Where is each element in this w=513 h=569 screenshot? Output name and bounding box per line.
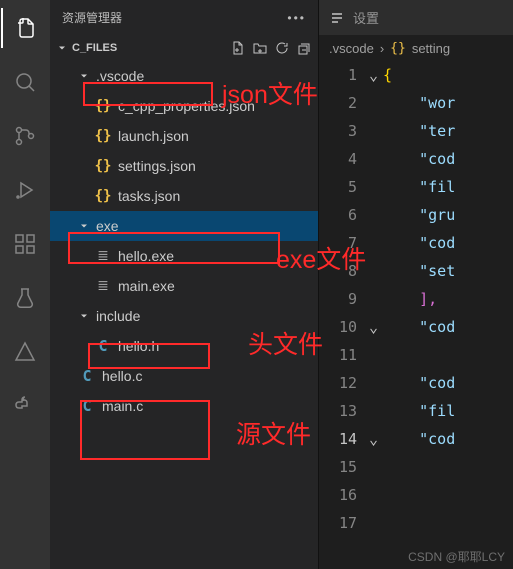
chevron-down-icon xyxy=(78,220,90,232)
collapse-all-icon[interactable] xyxy=(296,40,312,56)
folder-row[interactable]: exe xyxy=(50,211,318,241)
chevron-down-icon xyxy=(56,42,68,54)
folder-row[interactable]: .vscode xyxy=(50,61,318,91)
new-file-icon[interactable] xyxy=(230,40,246,56)
tab-label: 设置 xyxy=(353,8,379,27)
chevron-down-icon xyxy=(78,310,90,322)
file-row[interactable]: {} settings.json xyxy=(50,151,318,181)
c-file-icon: C xyxy=(78,397,96,415)
testing-icon[interactable] xyxy=(1,278,49,318)
folder-row[interactable]: include xyxy=(50,301,318,331)
file-row[interactable]: Cmain.c xyxy=(50,391,318,421)
explorer-icon[interactable] xyxy=(1,8,49,48)
new-folder-icon[interactable] xyxy=(252,40,268,56)
json-icon: {} xyxy=(94,188,112,204)
file-row[interactable]: {} tasks.json xyxy=(50,181,318,211)
breadcrumb-file: setting xyxy=(412,41,450,56)
explorer-sidebar: 资源管理器 ••• C_FILES .vscode {} c_cpp_propert… xyxy=(50,0,318,569)
file-row[interactable]: hello.exe xyxy=(50,241,318,271)
python-icon[interactable] xyxy=(1,386,49,426)
file-label: hello.exe xyxy=(118,248,174,264)
breadcrumb-folder: .vscode xyxy=(329,41,374,56)
source-control-icon[interactable] xyxy=(1,116,49,156)
c-file-icon: C xyxy=(94,337,112,355)
file-row[interactable]: {} launch.json xyxy=(50,121,318,151)
breadcrumb[interactable]: .vscode › {} setting xyxy=(319,35,513,61)
file-label: main.exe xyxy=(118,278,175,294)
json-icon: {} xyxy=(390,41,406,56)
chevron-down-icon xyxy=(78,70,90,82)
file-label: c_cpp_properties.json xyxy=(118,98,255,114)
sidebar-title: 资源管理器 xyxy=(62,9,122,26)
file-label: hello.h xyxy=(118,338,159,354)
file-label: settings.json xyxy=(118,158,196,174)
more-actions-icon[interactable]: ••• xyxy=(287,11,306,25)
cmake-icon[interactable] xyxy=(1,332,49,372)
extensions-icon[interactable] xyxy=(1,224,49,264)
file-row[interactable]: Chello.h xyxy=(50,331,318,361)
file-label: main.c xyxy=(102,398,143,414)
binary-icon xyxy=(94,249,112,263)
activity-bar xyxy=(0,0,50,569)
json-icon: {} xyxy=(94,158,112,174)
search-icon[interactable] xyxy=(1,62,49,102)
editor-tab[interactable]: 设置 xyxy=(319,0,513,35)
settings-bars-icon xyxy=(329,10,345,26)
file-row[interactable]: {} c_cpp_properties.json xyxy=(50,91,318,121)
file-tree: .vscode {} c_cpp_properties.json {} launch.j… xyxy=(50,61,318,421)
binary-icon xyxy=(94,279,112,293)
file-row[interactable]: main.exe xyxy=(50,271,318,301)
code-lines: ⌄{ "wor "ter "cod "fil "gru "cod "set ],… xyxy=(369,61,513,569)
json-icon: {} xyxy=(94,98,112,114)
c-file-icon: C xyxy=(78,367,96,385)
folder-label: exe xyxy=(96,218,119,234)
refresh-icon[interactable] xyxy=(274,40,290,56)
code-area[interactable]: 1234567891011121314151617 ⌄{ "wor "ter "… xyxy=(319,61,513,569)
file-label: tasks.json xyxy=(118,188,180,204)
file-label: launch.json xyxy=(118,128,189,144)
line-gutter: 1234567891011121314151617 xyxy=(319,61,369,569)
editor-area: 设置 .vscode › {} setting 1234567891011121… xyxy=(318,0,513,569)
json-icon: {} xyxy=(94,128,112,144)
root-folder-name: C_FILES xyxy=(72,42,117,54)
explorer-root-row[interactable]: C_FILES xyxy=(50,35,318,61)
run-debug-icon[interactable] xyxy=(1,170,49,210)
watermark: CSDN @耶耶LCY xyxy=(408,548,505,565)
sidebar-header: 资源管理器 ••• xyxy=(50,0,318,35)
folder-label: include xyxy=(96,308,140,324)
folder-label: .vscode xyxy=(96,68,144,84)
file-row[interactable]: Chello.c xyxy=(50,361,318,391)
file-label: hello.c xyxy=(102,368,142,384)
